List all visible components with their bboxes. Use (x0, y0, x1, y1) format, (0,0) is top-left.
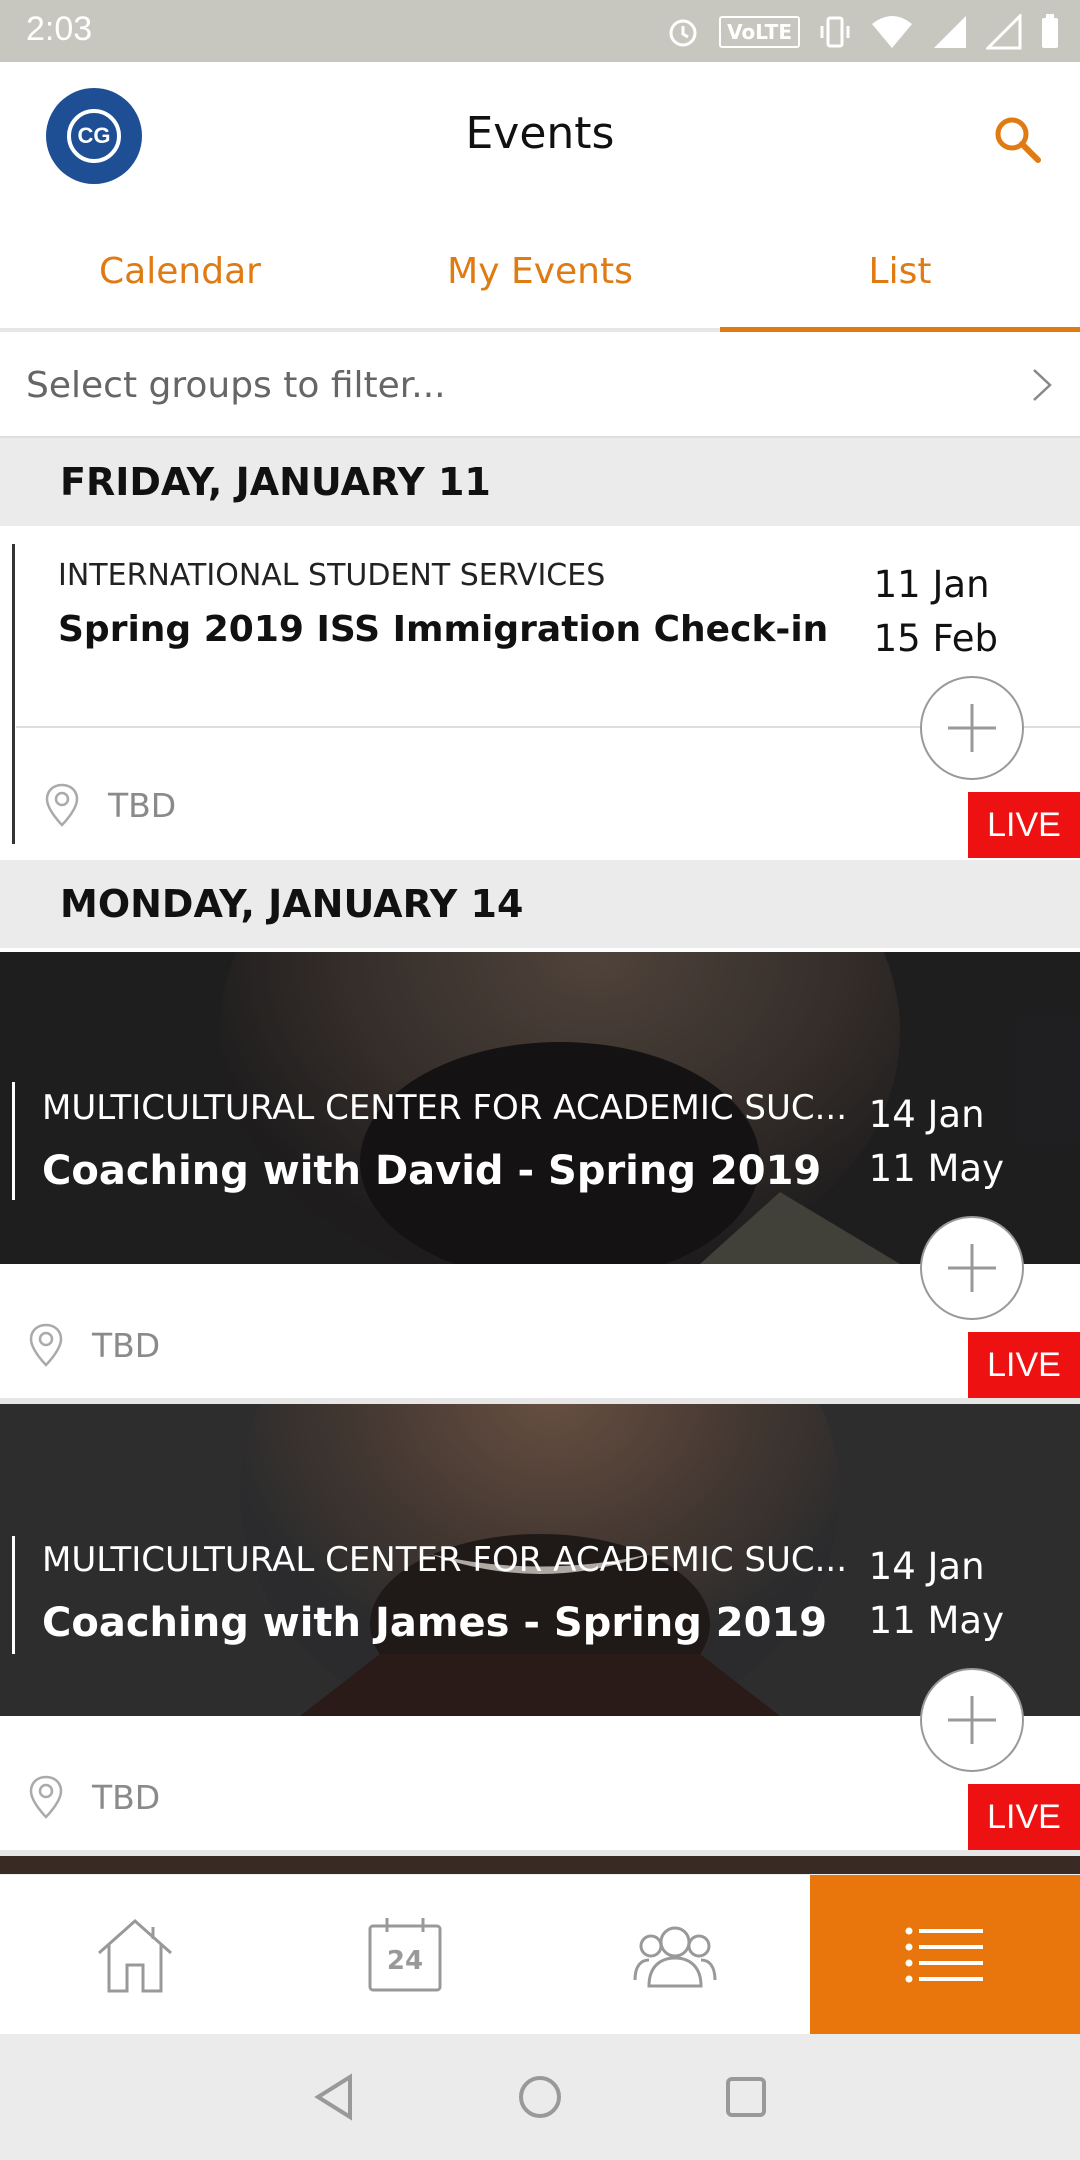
location-text: TBD (92, 1777, 161, 1817)
next-event-peek (0, 1856, 1080, 1874)
day-header: FRIDAY, JANUARY 11 (0, 438, 1080, 526)
recents-icon[interactable] (724, 2075, 768, 2119)
nav-calendar[interactable]: 24 (270, 1875, 540, 2034)
event-title: Coaching with David - Spring 2019 (42, 1148, 822, 1194)
battery-icon (1042, 14, 1058, 48)
chevron-right-icon (1033, 369, 1052, 401)
tab-bar: Calendar My Events List (0, 222, 1080, 332)
location-text: TBD (108, 785, 177, 825)
list-icon (905, 1927, 983, 1982)
event-location: TBD (28, 1322, 160, 1368)
tab-my-events[interactable]: My Events (360, 222, 720, 328)
location-pin-icon (45, 783, 79, 827)
calendar-icon: 24 (367, 1916, 443, 1994)
status-time: 2:03 (26, 10, 93, 48)
back-icon[interactable] (312, 2073, 356, 2121)
add-event-button[interactable] (920, 1668, 1024, 1772)
nav-list[interactable] (810, 1875, 1080, 2034)
event-start-date: 14 Jan (868, 1545, 985, 1588)
event-image: MULTICULTURAL CENTER FOR ACADEMIC SUC...… (0, 1404, 1080, 1716)
event-start-date: 14 Jan (868, 1093, 985, 1136)
event-dates: 14 Jan 11 May (869, 1540, 1004, 1648)
signal-empty-icon (986, 14, 1022, 50)
location-pin-icon (29, 1323, 63, 1367)
home-circle-icon[interactable] (516, 2073, 564, 2121)
system-nav-bar (0, 2034, 1080, 2160)
bottom-nav: 24 (0, 1874, 1080, 2034)
card-accent-bar (12, 1082, 15, 1200)
event-image: MULTICULTURAL CENTER FOR ACADEMIC SUC...… (0, 952, 1080, 1264)
alarm-icon (669, 19, 697, 47)
event-card[interactable]: INTERNATIONAL STUDENT SERVICES Spring 20… (0, 530, 1080, 858)
app-header: CG Events (0, 62, 1080, 222)
location-pin-icon (29, 1775, 63, 1819)
status-bar: 2:03 VoLTE (0, 0, 1080, 62)
event-card[interactable]: MULTICULTURAL CENTER FOR ACADEMIC SUC...… (0, 952, 1080, 1398)
nav-groups[interactable] (540, 1875, 810, 2034)
live-badge: LIVE (968, 1784, 1080, 1850)
event-end-date: 11 May (868, 1147, 1004, 1190)
calendar-day-number: 24 (386, 1945, 424, 1976)
event-card[interactable]: MULTICULTURAL CENTER FOR ACADEMIC SUC...… (0, 1404, 1080, 1850)
wifi-icon (872, 16, 912, 48)
tab-list[interactable]: List (720, 222, 1080, 332)
page-title: Events (465, 108, 615, 159)
event-end-date: 11 May (868, 1599, 1004, 1642)
groups-icon (633, 1926, 717, 1987)
event-org: MULTICULTURAL CENTER FOR ACADEMIC SUC... (42, 1088, 848, 1128)
card-accent-bar (12, 544, 15, 844)
signal-icon (934, 16, 966, 48)
plus-icon (948, 1696, 996, 1744)
card-accent-bar (12, 1536, 15, 1654)
tab-calendar[interactable]: Calendar (0, 222, 360, 328)
add-event-button[interactable] (920, 1216, 1024, 1320)
event-start-date: 11 Jan (873, 563, 990, 606)
event-dates: 14 Jan 11 May (869, 1088, 1004, 1196)
live-badge: LIVE (968, 1332, 1080, 1398)
home-icon (98, 1918, 172, 1992)
event-org: MULTICULTURAL CENTER FOR ACADEMIC SUC... (42, 1540, 848, 1580)
filter-placeholder: Select groups to filter... (26, 364, 446, 406)
event-location: TBD (28, 1774, 160, 1820)
plus-icon (948, 1244, 996, 1292)
event-title: Spring 2019 ISS Immigration Check-in (58, 609, 829, 650)
event-title: Coaching with James - Spring 2019 (42, 1600, 828, 1646)
day-header: MONDAY, JANUARY 14 (0, 860, 1080, 948)
status-icons: VoLTE (665, 10, 1060, 54)
volte-icon: VoLTE (719, 16, 800, 48)
event-location: TBD (44, 782, 176, 828)
nav-home[interactable] (0, 1875, 270, 2034)
event-org: INTERNATIONAL STUDENT SERVICES (58, 558, 606, 593)
event-end-date: 15 Feb (873, 617, 998, 660)
add-event-button[interactable] (920, 676, 1024, 780)
group-filter[interactable]: Select groups to filter... (0, 334, 1080, 438)
search-icon[interactable] (990, 112, 1044, 166)
plus-icon (948, 704, 996, 752)
vibrate-icon (820, 16, 850, 48)
location-text: TBD (92, 1325, 161, 1365)
live-badge: LIVE (968, 792, 1080, 858)
event-dates: 11 Jan 15 Feb (874, 558, 998, 666)
